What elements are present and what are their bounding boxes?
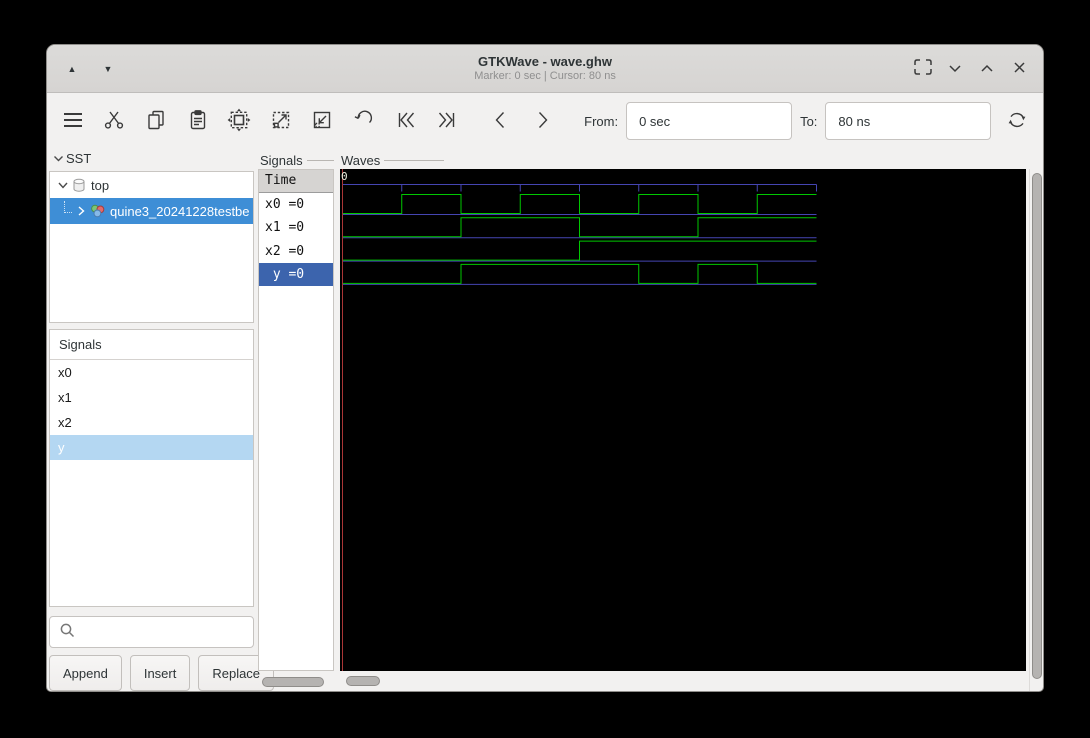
insert-button[interactable]: Insert	[129, 655, 191, 691]
clipboard-icon	[186, 108, 210, 135]
chevron-down-icon	[948, 61, 962, 76]
time-header: Time	[259, 170, 333, 193]
testbench-icon	[90, 204, 105, 218]
signal-search-list: Signals x0 x1 x2 y	[49, 329, 254, 607]
titlebar: ▲ ▼ GTKWave - wave.ghw Marker: 0 sec | C…	[47, 45, 1043, 93]
nav-down-button[interactable]: ▼	[97, 58, 119, 80]
list-item-x2[interactable]: x2	[50, 410, 253, 435]
zoom-in-button[interactable]	[265, 104, 297, 138]
signal-row-x1[interactable]: x1 =0	[259, 216, 333, 239]
waves-vscrollbar[interactable]	[1029, 169, 1043, 691]
gtkwave-window: ▲ ▼ GTKWave - wave.ghw Marker: 0 sec | C…	[46, 44, 1044, 692]
expander-right-icon[interactable]	[74, 206, 88, 216]
scrollbar-thumb[interactable]	[1032, 173, 1042, 679]
menu-button[interactable]	[57, 104, 89, 138]
reload-button[interactable]	[1001, 104, 1033, 138]
from-label: From:	[584, 113, 619, 129]
close-icon	[1013, 61, 1026, 77]
chevron-left-icon	[489, 108, 513, 135]
scissors-icon	[102, 108, 126, 135]
to-input[interactable]	[825, 102, 992, 140]
step-left-button[interactable]	[485, 104, 517, 138]
main-area: SST top quine3_20241228testbe Signals x0…	[47, 149, 1043, 691]
zoom-in-icon	[269, 108, 293, 135]
maximize-button[interactable]	[975, 57, 999, 81]
sst-header: SST	[53, 151, 91, 166]
undo-icon	[352, 108, 376, 135]
expander-down-icon[interactable]	[56, 182, 70, 189]
toolbar: From: To:	[47, 93, 1043, 149]
signals-column: Time x0 =0 x1 =0 x2 =0 y =0	[258, 169, 334, 671]
wave-canvas[interactable]: 0	[340, 169, 1026, 671]
window-title: GTKWave - wave.ghw	[478, 53, 612, 69]
tree-guide-line	[64, 201, 72, 213]
skip-to-start-icon	[394, 108, 418, 135]
signal-row-y[interactable]: y =0	[259, 262, 333, 287]
cut-button[interactable]	[99, 104, 131, 138]
marker-cursor-status: Marker: 0 sec | Cursor: 80 ns	[474, 69, 616, 82]
tree-item-label: top	[91, 177, 110, 193]
list-item-x0[interactable]: x0	[50, 360, 253, 385]
paste-button[interactable]	[182, 104, 214, 138]
component-icon	[72, 178, 86, 193]
signal-row-x2[interactable]: x2 =0	[259, 240, 333, 263]
search-icon	[58, 621, 76, 644]
append-button[interactable]: Append	[49, 655, 122, 691]
menu-icon	[61, 108, 85, 135]
signals-frame-label: Signals	[260, 153, 334, 168]
skip-to-end-button[interactable]	[431, 104, 463, 138]
list-item-x1[interactable]: x1	[50, 385, 253, 410]
waveform-plot: 0	[341, 169, 817, 671]
chevron-right-icon	[530, 108, 554, 135]
svg-text:0: 0	[341, 170, 348, 183]
copy-icon	[144, 108, 168, 135]
scrollbar-thumb[interactable]	[262, 677, 324, 687]
copy-button[interactable]	[140, 104, 172, 138]
collapse-chevron-icon[interactable]	[53, 151, 64, 166]
zoom-out-button[interactable]	[307, 104, 339, 138]
nav-up-button[interactable]: ▲	[61, 58, 83, 80]
scrollbar-thumb[interactable]	[346, 676, 380, 686]
to-label: To:	[800, 113, 818, 129]
list-item-y[interactable]: y	[50, 435, 253, 460]
signal-list-header: Signals	[50, 330, 253, 360]
from-input[interactable]	[626, 102, 793, 140]
minimize-button[interactable]	[943, 57, 967, 81]
signal-row-x0[interactable]: x0 =0	[259, 193, 333, 216]
signal-action-buttons: Append Insert Replace	[49, 655, 275, 691]
skip-to-end-icon	[435, 108, 459, 135]
signal-search-input[interactable]	[76, 617, 253, 647]
skip-to-start-button[interactable]	[390, 104, 422, 138]
close-button[interactable]	[1007, 57, 1031, 81]
signal-search-box	[49, 616, 254, 648]
fullscreen-icon	[914, 59, 932, 78]
zoom-fit-button[interactable]	[223, 104, 255, 138]
zoom-out-icon	[310, 108, 334, 135]
step-right-button[interactable]	[527, 104, 559, 138]
waves-hscrollbar[interactable]	[340, 674, 1026, 689]
reload-icon	[1005, 108, 1029, 135]
fullscreen-button[interactable]	[911, 57, 935, 81]
undo-button[interactable]	[348, 104, 380, 138]
tree-item-label: quine3_20241228testbe	[110, 203, 250, 219]
sst-tree: top quine3_20241228testbe	[49, 171, 254, 323]
chevron-up-icon	[980, 61, 994, 76]
tree-item-top[interactable]: top	[50, 172, 253, 198]
tree-item-quine3-testbench[interactable]: quine3_20241228testbe	[50, 198, 253, 224]
zoom-fit-icon	[227, 108, 251, 135]
signals-column-hscrollbar[interactable]	[258, 675, 334, 689]
waves-frame-label: Waves	[341, 153, 461, 168]
